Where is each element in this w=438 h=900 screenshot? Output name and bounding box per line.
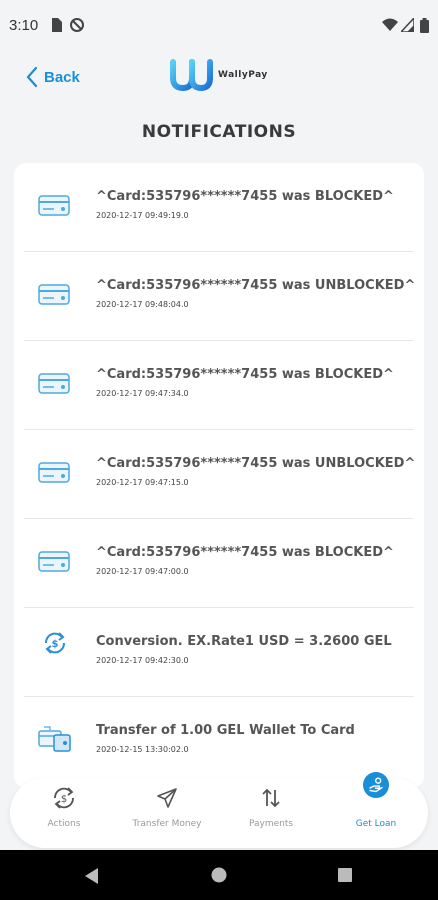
wallet-to-card-icon: [38, 726, 71, 752]
home-circle-icon[interactable]: [211, 867, 227, 883]
nav-actions[interactable]: $ Actions: [14, 778, 114, 848]
credit-card-icon: [38, 284, 70, 305]
sim-card-icon: [52, 18, 62, 32]
nav-label: Actions: [47, 819, 81, 829]
wifi-icon: [382, 18, 398, 31]
notification-title: ^Card:535796******7455 was BLOCKED^: [96, 545, 394, 560]
battery-icon: [420, 18, 429, 33]
credit-card-icon: [38, 462, 70, 483]
dollar-cycle-icon: $: [54, 787, 74, 809]
back-label: Back: [44, 68, 80, 86]
notification-time: 2020-12-17 09:48:04.0: [96, 300, 189, 309]
notification-time: 2020-12-17 09:49:19.0: [96, 211, 189, 220]
send-icon: [157, 788, 177, 808]
notification-item[interactable]: $ Conversion. EX.Rate1 USD = 3.2600 GEL …: [24, 608, 414, 697]
credit-card-icon: [38, 551, 70, 572]
nav-get-loan[interactable]: Get Loan: [326, 772, 426, 848]
notification-title: ^Card:535796******7455 was BLOCKED^: [96, 367, 394, 382]
credit-card-icon: [38, 195, 70, 216]
currency-exchange-icon: $: [44, 632, 66, 654]
nav-label: Payments: [248, 819, 294, 829]
back-triangle-icon[interactable]: [84, 867, 100, 885]
notifications-list: ^Card:535796******7455 was BLOCKED^ 2020…: [14, 163, 424, 788]
wallypay-logo: WallyPay: [170, 58, 268, 92]
svg-text:$: $: [52, 639, 59, 650]
bottom-nav: $ Actions Transfer Money Payments Get Lo…: [10, 772, 428, 848]
do-not-disturb-icon: [70, 18, 84, 32]
nav-payments[interactable]: Payments: [221, 778, 321, 848]
cell-signal-icon: [401, 18, 414, 32]
notification-time: 2020-12-17 09:47:15.0: [96, 478, 189, 487]
back-button[interactable]: Back: [26, 63, 80, 91]
nav-label: Transfer Money: [132, 819, 202, 829]
logo-text: WallyPay: [218, 70, 268, 80]
notification-time: 2020-12-17 09:47:00.0: [96, 567, 189, 576]
notification-item[interactable]: ^Card:535796******7455 was UNBLOCKED^ 20…: [24, 252, 416, 341]
notification-title: ^Card:535796******7455 was UNBLOCKED^: [96, 456, 416, 471]
notification-item[interactable]: ^Card:535796******7455 was BLOCKED^ 2020…: [24, 163, 414, 252]
svg-text:$: $: [61, 794, 67, 805]
notification-title: ^Card:535796******7455 was BLOCKED^: [96, 189, 394, 204]
notification-time: 2020-12-17 09:47:34.0: [96, 389, 189, 398]
page-title: NOTIFICATIONS: [141, 122, 297, 142]
notification-time: 2020-12-15 13:30:02.0: [96, 745, 189, 754]
notification-title: Transfer of 1.00 GEL Wallet To Card: [96, 723, 355, 738]
notification-item[interactable]: Transfer of 1.00 GEL Wallet To Card 2020…: [24, 697, 414, 786]
status-time: 3:10: [9, 17, 39, 34]
status-bar: 3:10: [0, 0, 438, 52]
notification-title: Conversion. EX.Rate1 USD = 3.2600 GEL: [96, 634, 392, 649]
loan-hand-icon: [363, 772, 389, 798]
up-down-arrows-icon: [262, 788, 280, 808]
system-navigation-bar: [0, 850, 438, 900]
wallypay-logo-icon: [170, 59, 213, 92]
notification-time: 2020-12-17 09:42:30.0: [96, 656, 189, 665]
nav-label: Get Loan: [355, 819, 397, 829]
nav-transfer-money[interactable]: Transfer Money: [117, 778, 217, 848]
notification-title: ^Card:535796******7455 was UNBLOCKED^: [96, 278, 416, 293]
recents-square-icon[interactable]: [338, 868, 352, 882]
notification-item[interactable]: ^Card:535796******7455 was UNBLOCKED^ 20…: [24, 430, 416, 519]
notification-item[interactable]: ^Card:535796******7455 was BLOCKED^ 2020…: [24, 341, 414, 430]
notification-item[interactable]: ^Card:535796******7455 was BLOCKED^ 2020…: [24, 519, 414, 608]
credit-card-icon: [38, 373, 70, 394]
chevron-left-icon: [26, 66, 38, 88]
